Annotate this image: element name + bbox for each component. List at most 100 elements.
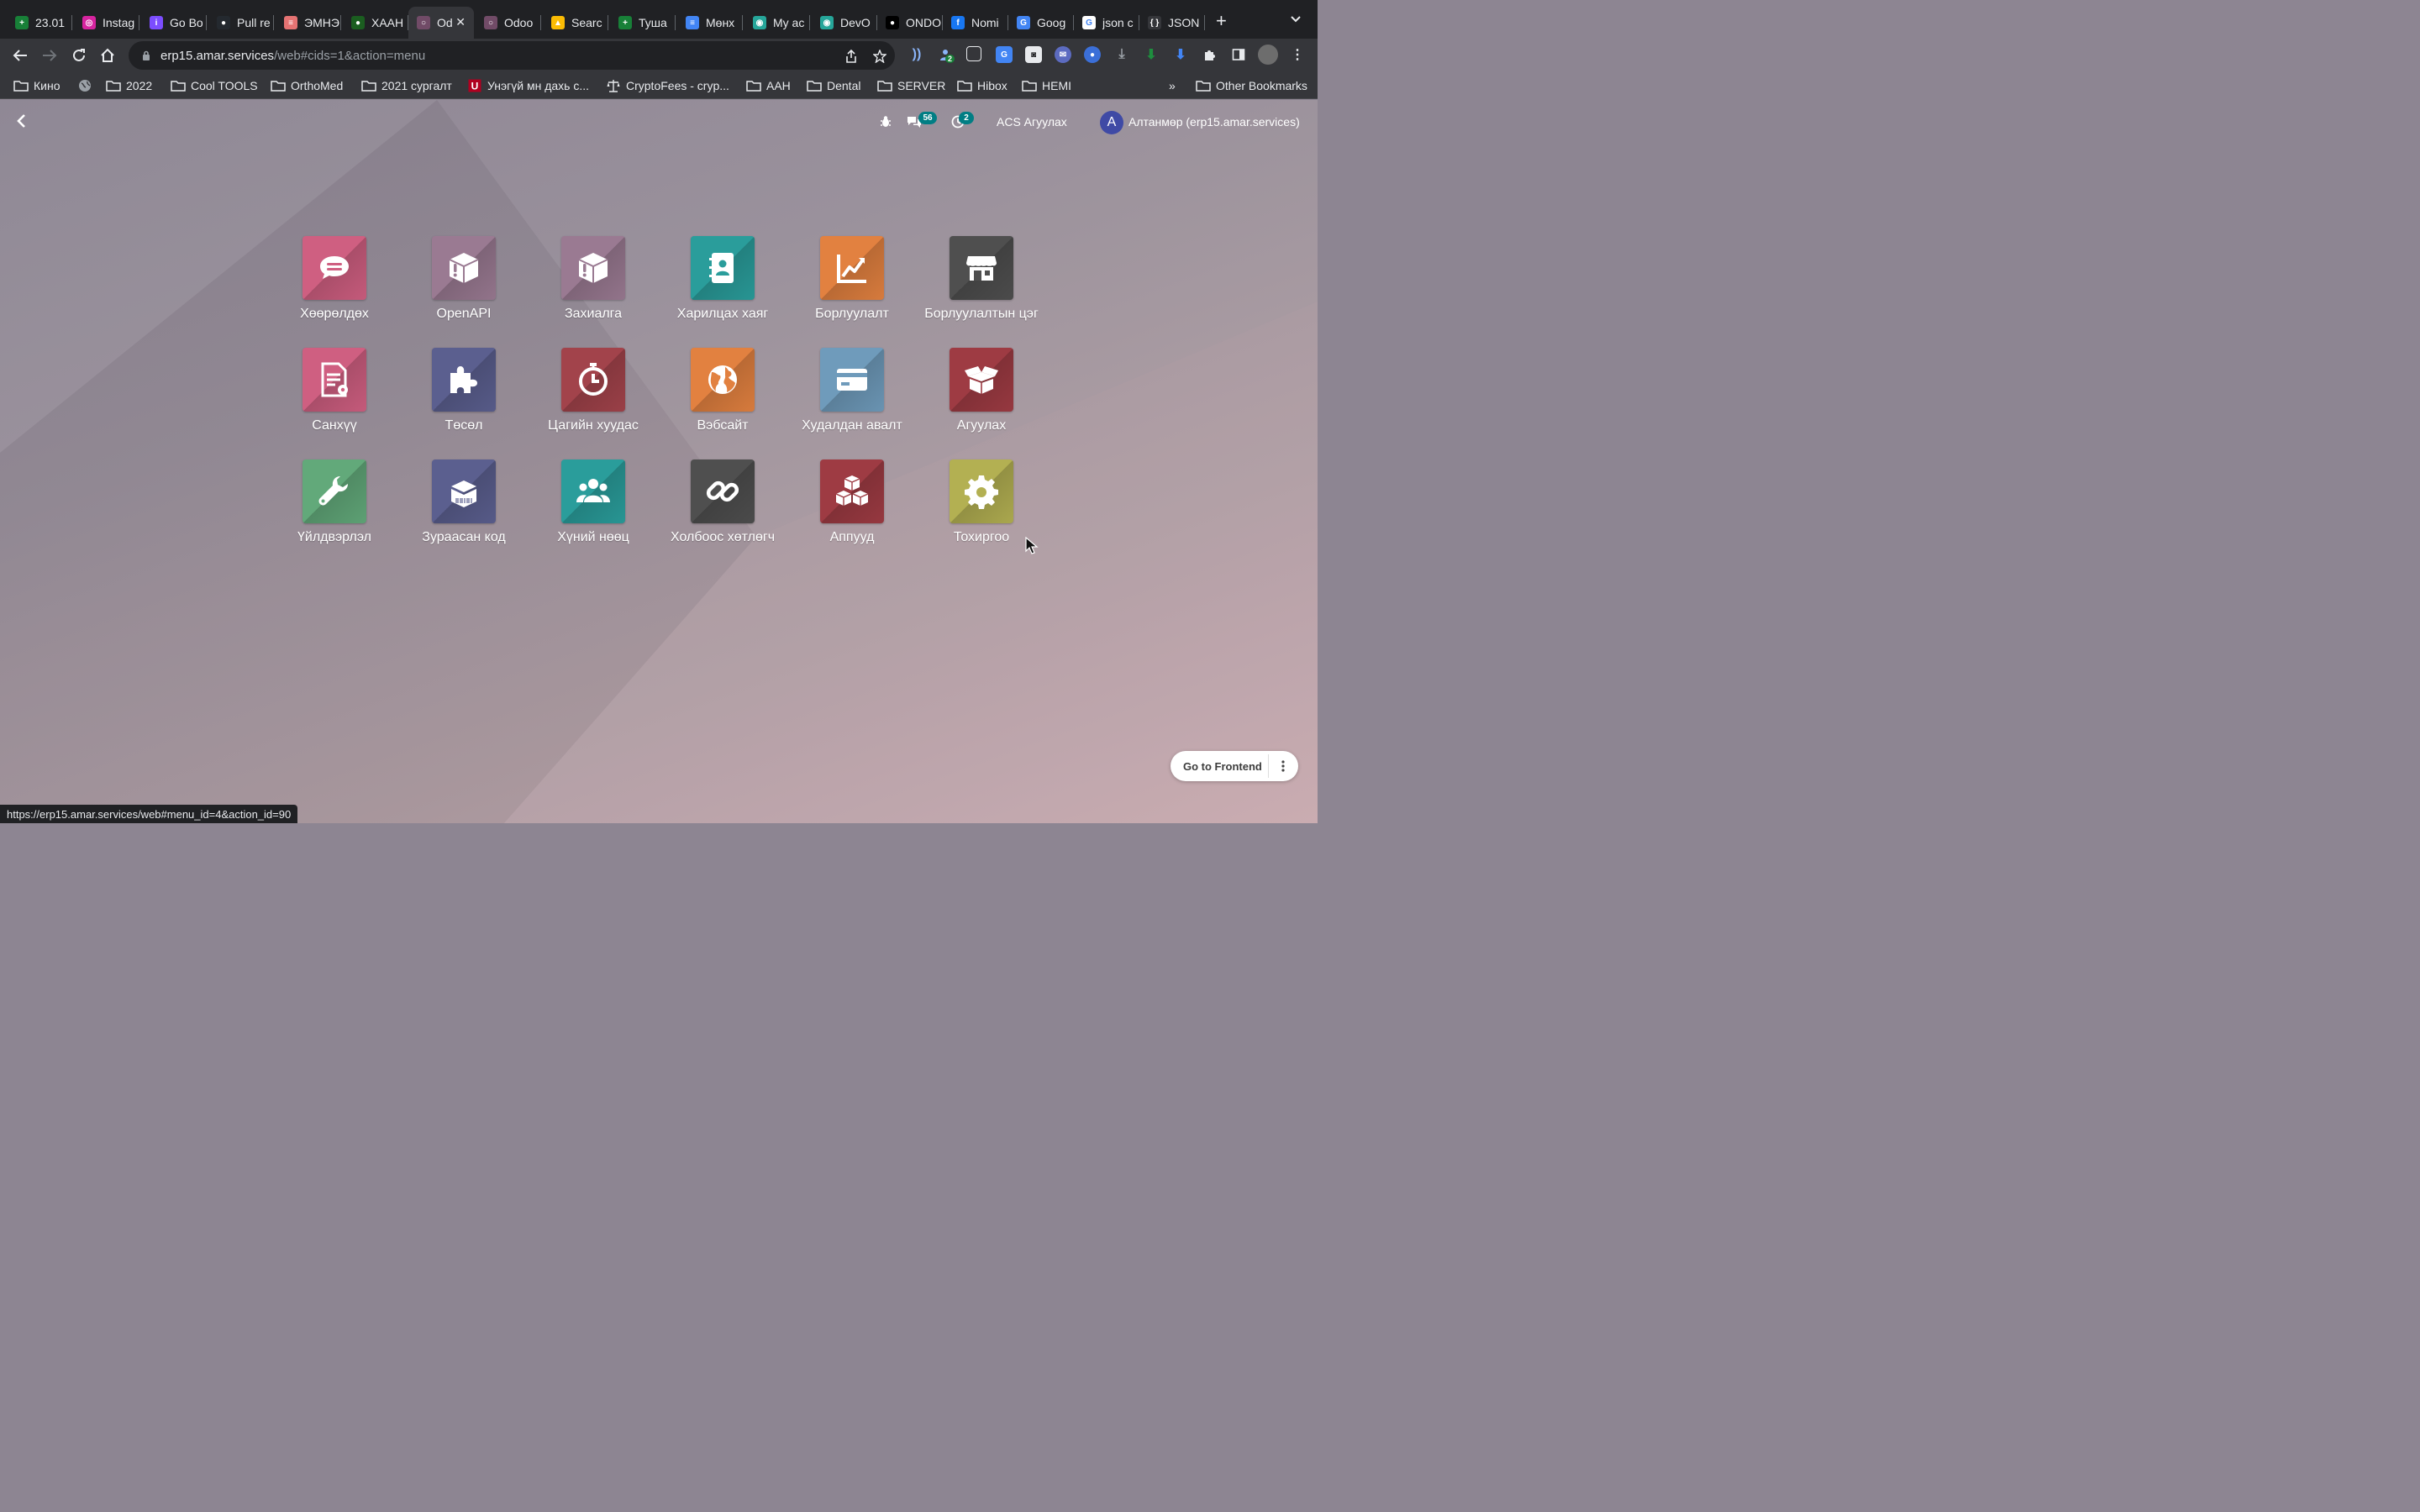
app-tile[interactable]: Агуулах — [917, 348, 1046, 449]
bookmark-star-icon[interactable] — [871, 48, 888, 65]
app-tile[interactable]: OpenAPI — [399, 236, 529, 337]
app-tile[interactable]: Вэбсайт — [658, 348, 787, 449]
tab[interactable]: ○ Odoo — [476, 7, 541, 39]
share-icon[interactable] — [843, 48, 860, 65]
tab[interactable]: +23.01 — [7, 7, 72, 39]
bookmark-item[interactable]: OrthoMed — [271, 78, 343, 93]
user-menu[interactable]: Алтанмөр (erp15.amar.services) — [1128, 115, 1300, 129]
bookmark-item[interactable]: 2021 сургалт — [361, 78, 452, 93]
debug-bug-icon[interactable] — [878, 114, 893, 129]
bookmark-item[interactable]: Hibox — [957, 78, 1007, 93]
cast-icon[interactable]: )) — [908, 46, 925, 63]
app-tile[interactable]: Хүний нөөц — [529, 459, 658, 560]
tab-title: Searc — [571, 16, 602, 29]
tab[interactable]: i Go Bo — [141, 7, 207, 39]
tab[interactable]: ◉ DevO — [812, 7, 877, 39]
app-tile[interactable]: Худалдан авалт — [787, 348, 917, 449]
bookmark-item[interactable]: U Унэгүй мн дахь с... — [467, 78, 589, 93]
translate-icon[interactable]: G — [996, 46, 1013, 63]
tab[interactable]: + Туша — [610, 7, 676, 39]
tab-favicon: G — [1082, 16, 1096, 29]
app-tile[interactable]: Үйлдвэрлэл — [270, 459, 399, 560]
more-options-icon[interactable] — [1275, 758, 1292, 774]
app-tile[interactable]: Захиалга — [529, 236, 658, 337]
tab-favicon: i — [150, 16, 163, 29]
other-bookmarks[interactable]: Other Bookmarks — [1196, 78, 1307, 93]
app-icon-box — [561, 459, 625, 523]
app-tile[interactable]: Борлуулалтын цэг — [917, 236, 1046, 337]
tab-favicon: ◉ — [820, 16, 834, 29]
tab[interactable]: Gjson c — [1074, 7, 1139, 39]
green-download-icon[interactable]: ⬇ — [1143, 46, 1160, 63]
tab[interactable]: G Goog — [1008, 7, 1074, 39]
open-box-icon — [965, 366, 998, 394]
circle-extension-icon[interactable]: ● — [1084, 46, 1101, 63]
app-label: Аппууд — [829, 530, 875, 544]
home-button[interactable] — [97, 45, 118, 66]
bookmark-item[interactable]: HEMI — [1022, 78, 1071, 93]
bookmark-item[interactable]: AAH — [746, 78, 791, 93]
extension-person-icon[interactable]: 2 — [937, 46, 955, 63]
app-label: Санхүү — [312, 418, 357, 433]
mail-extension-icon[interactable]: ✉ — [1055, 46, 1071, 63]
reload-button[interactable] — [69, 45, 89, 66]
bookmark-item[interactable]: Dental — [807, 78, 860, 93]
tab-favicon: ≡ — [284, 16, 297, 29]
app-icon-box — [820, 348, 884, 412]
bookmark-item[interactable]: CryptoFees - cryp... — [606, 78, 729, 93]
close-tab-icon[interactable]: ✕ — [455, 15, 466, 29]
extensions-puzzle-icon[interactable] — [1202, 46, 1218, 63]
app-tile[interactable]: Цагийн хуудас — [529, 348, 658, 449]
u-icon: U — [467, 79, 482, 92]
app-tile[interactable]: Борлуулалт — [787, 236, 917, 337]
app-tile[interactable]: Санхүү — [270, 348, 399, 449]
tab[interactable]: ▲ Searc — [543, 7, 608, 39]
forward-button[interactable] — [39, 45, 60, 66]
app-tile[interactable]: Аппууд — [787, 459, 917, 560]
app-icon-box — [691, 459, 755, 523]
tab[interactable]: ◉ My ac — [744, 7, 810, 39]
tab-favicon: ○ — [484, 16, 497, 29]
reader-icon[interactable]: ◙ — [1025, 46, 1042, 63]
tab[interactable]: ≡ Мөнх — [677, 7, 743, 39]
app-tile[interactable]: Холбоос хөтлөгч — [658, 459, 787, 560]
user-avatar[interactable]: A — [1100, 111, 1123, 134]
app-label: Борлуулалт — [815, 307, 889, 321]
tab[interactable]: ≡ ЭМНЭ — [276, 7, 341, 39]
app-tile[interactable]: Төсөл — [399, 348, 529, 449]
activities-count-badge: 2 — [959, 112, 974, 124]
tab[interactable]: ◎ Instag — [74, 7, 139, 39]
company-switcher[interactable]: ACS Агуулах — [997, 115, 1067, 129]
qr-code-icon[interactable] — [966, 46, 981, 61]
bookmark-item[interactable]: SERVER — [877, 78, 945, 93]
bookmark-item[interactable]: Кино — [13, 78, 60, 93]
app-tile[interactable]: Харилцах хаяг — [658, 236, 787, 337]
new-tab-button[interactable]: + — [1216, 12, 1227, 30]
lock-icon[interactable] — [140, 50, 152, 61]
tab[interactable]: ● Pull re — [208, 7, 274, 39]
bookmark-item[interactable]: Cool TOOLS — [171, 78, 258, 93]
bookmarks-overflow-button[interactable]: » — [1169, 78, 1176, 93]
tab[interactable]: ● ONDO — [877, 7, 943, 39]
tab-search-button[interactable] — [1291, 13, 1301, 25]
home-menu-toggle[interactable] — [12, 112, 30, 130]
blue-download-icon[interactable]: ⬇ — [1172, 46, 1189, 63]
download-icon[interactable]: ⤓ — [1113, 46, 1130, 63]
app-tile[interactable]: Зураасан код — [399, 459, 529, 560]
profile-avatar[interactable] — [1258, 45, 1278, 65]
app-icon-box — [302, 459, 366, 523]
tab[interactable]: { } JSON — [1139, 7, 1205, 39]
browser-menu-icon[interactable]: ⋮ — [1289, 46, 1306, 63]
tab-favicon: ◉ — [753, 16, 766, 29]
app-tile[interactable]: Хөөрөлдөх — [270, 236, 399, 337]
back-button[interactable] — [10, 45, 30, 66]
bookmark-item[interactable] — [77, 78, 97, 93]
bookmark-item[interactable]: 2022 — [106, 78, 152, 93]
side-panel-icon[interactable] — [1230, 46, 1247, 63]
credit-card-icon — [837, 369, 867, 391]
address-bar[interactable]: erp15.amar.services/web#cids=1&action=me… — [129, 41, 895, 70]
tab[interactable]: ● ХААН — [343, 7, 408, 39]
tab[interactable]: f Nomi — [943, 7, 1008, 39]
go-to-frontend-button[interactable]: Go to Frontend — [1171, 751, 1298, 781]
tab-active[interactable]: ○ Od ✕ — [408, 7, 474, 39]
